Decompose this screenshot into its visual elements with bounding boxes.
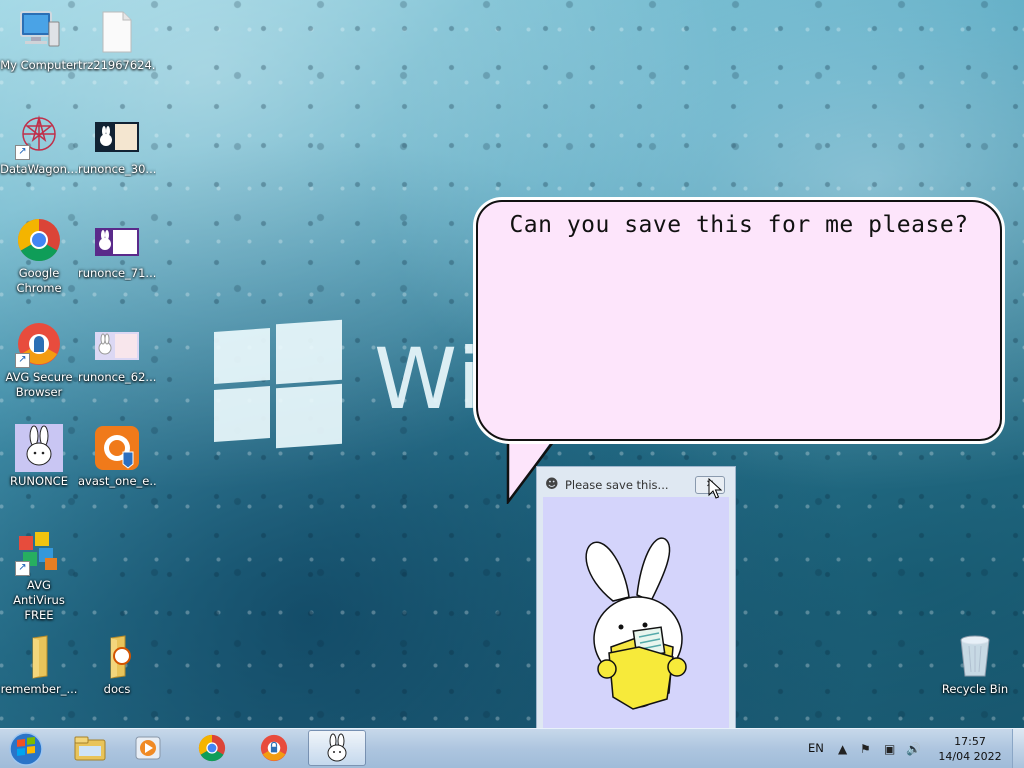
clock-time: 17:57 [954, 735, 986, 748]
show-desktop-button[interactable] [1012, 729, 1024, 768]
avg-secure-browser-icon: ↗ [15, 320, 63, 368]
datawagon-icon: ↗ [15, 112, 63, 160]
volume-icon[interactable]: 🔊 [906, 742, 921, 756]
start-button[interactable] [6, 731, 46, 767]
window-app-icon: ☻ [545, 477, 559, 492]
desktop-icon-avg-secure-browser[interactable]: ↗ AVG Secure Browser [0, 320, 78, 400]
bunny-icon [15, 424, 63, 472]
desktop-icon-trz-file[interactable]: trz21967624... [78, 8, 156, 73]
bunny-holding-folder-icon [585, 537, 687, 710]
taskbar-avg-browser-button[interactable] [246, 730, 302, 766]
avg-secure-browser-icon [260, 734, 288, 762]
desktop-icon-runonce-62[interactable]: runonce_62... [78, 320, 156, 385]
desktop-icon-google-chrome[interactable]: Google Chrome [0, 216, 78, 296]
language-indicator[interactable]: EN [808, 741, 824, 755]
desktop-icon-avg-antivirus[interactable]: ↗ AVG AntiVirus FREE [0, 528, 78, 623]
system-clock[interactable]: 17:57 14/04 2022 [938, 734, 1002, 764]
taskbar-media-player-button[interactable] [120, 730, 176, 766]
taskbar-runonce-button[interactable] [308, 730, 366, 766]
windows-logo [214, 319, 342, 449]
desktop-icon-runonce[interactable]: RUNONCE [0, 424, 78, 489]
recycle-bin-icon [951, 632, 999, 680]
chrome-icon [15, 216, 63, 264]
speech-bubble-text: Can you save this for me please? [509, 212, 969, 238]
taskbar-chrome-button[interactable] [184, 730, 240, 766]
speech-bubble: Can you save this for me please? [476, 200, 1002, 441]
bunny-icon [327, 733, 347, 762]
shortcut-arrow-icon: ↗ [15, 145, 30, 160]
clock-date: 14/04 2022 [938, 750, 1002, 763]
explorer-icon [74, 736, 106, 761]
desktop-icon-docs-folder[interactable]: docs [78, 632, 156, 697]
action-center-icon[interactable]: ⚑ [860, 742, 871, 756]
mouse-cursor-icon [708, 478, 722, 499]
shortcut-arrow-icon: ↗ [15, 353, 30, 368]
desktop-icon-datawagon[interactable]: ↗ DataWagon... [0, 112, 78, 177]
image-icon [93, 320, 141, 368]
please-save-window[interactable]: ☻ Please save this... ✕ [536, 466, 736, 729]
folder-icon [93, 632, 141, 680]
wallpaper-windows-text: Wi [374, 330, 483, 428]
avg-antivirus-icon: ↗ [15, 528, 63, 576]
desktop-icon-runonce-71[interactable]: runonce_71... [78, 216, 156, 281]
show-hidden-icons-icon[interactable]: ▲ [838, 742, 847, 756]
window-title: Please save this... [565, 478, 669, 492]
image-icon [93, 216, 141, 264]
image-icon [93, 112, 141, 160]
taskbar-explorer-button[interactable] [62, 730, 118, 766]
desktop-icon-runonce-30[interactable]: runonce_30... [78, 112, 156, 177]
computer-icon [15, 8, 63, 56]
window-content [543, 497, 729, 729]
desktop-icon-recycle-bin[interactable]: Recycle Bin [936, 632, 1014, 697]
desktop-icon-remember-folder[interactable]: remember_... [0, 632, 78, 697]
chrome-icon [198, 734, 226, 762]
document-icon [93, 8, 141, 56]
media-player-icon [135, 736, 161, 760]
shortcut-arrow-icon: ↗ [15, 561, 30, 576]
avast-icon [93, 424, 141, 472]
taskbar: EN ▲ ⚑ ▣ 🔊 17:57 14/04 2022 [0, 728, 1024, 768]
windows-start-icon [9, 732, 43, 766]
network-icon[interactable]: ▣ [884, 742, 895, 756]
folder-icon [15, 632, 63, 680]
desktop-icon-avast-one[interactable]: avast_one_e... [78, 424, 156, 489]
window-title-bar[interactable]: ☻ Please save this... ✕ [537, 467, 735, 501]
desktop-icon-my-computer[interactable]: My Computer [0, 8, 78, 73]
